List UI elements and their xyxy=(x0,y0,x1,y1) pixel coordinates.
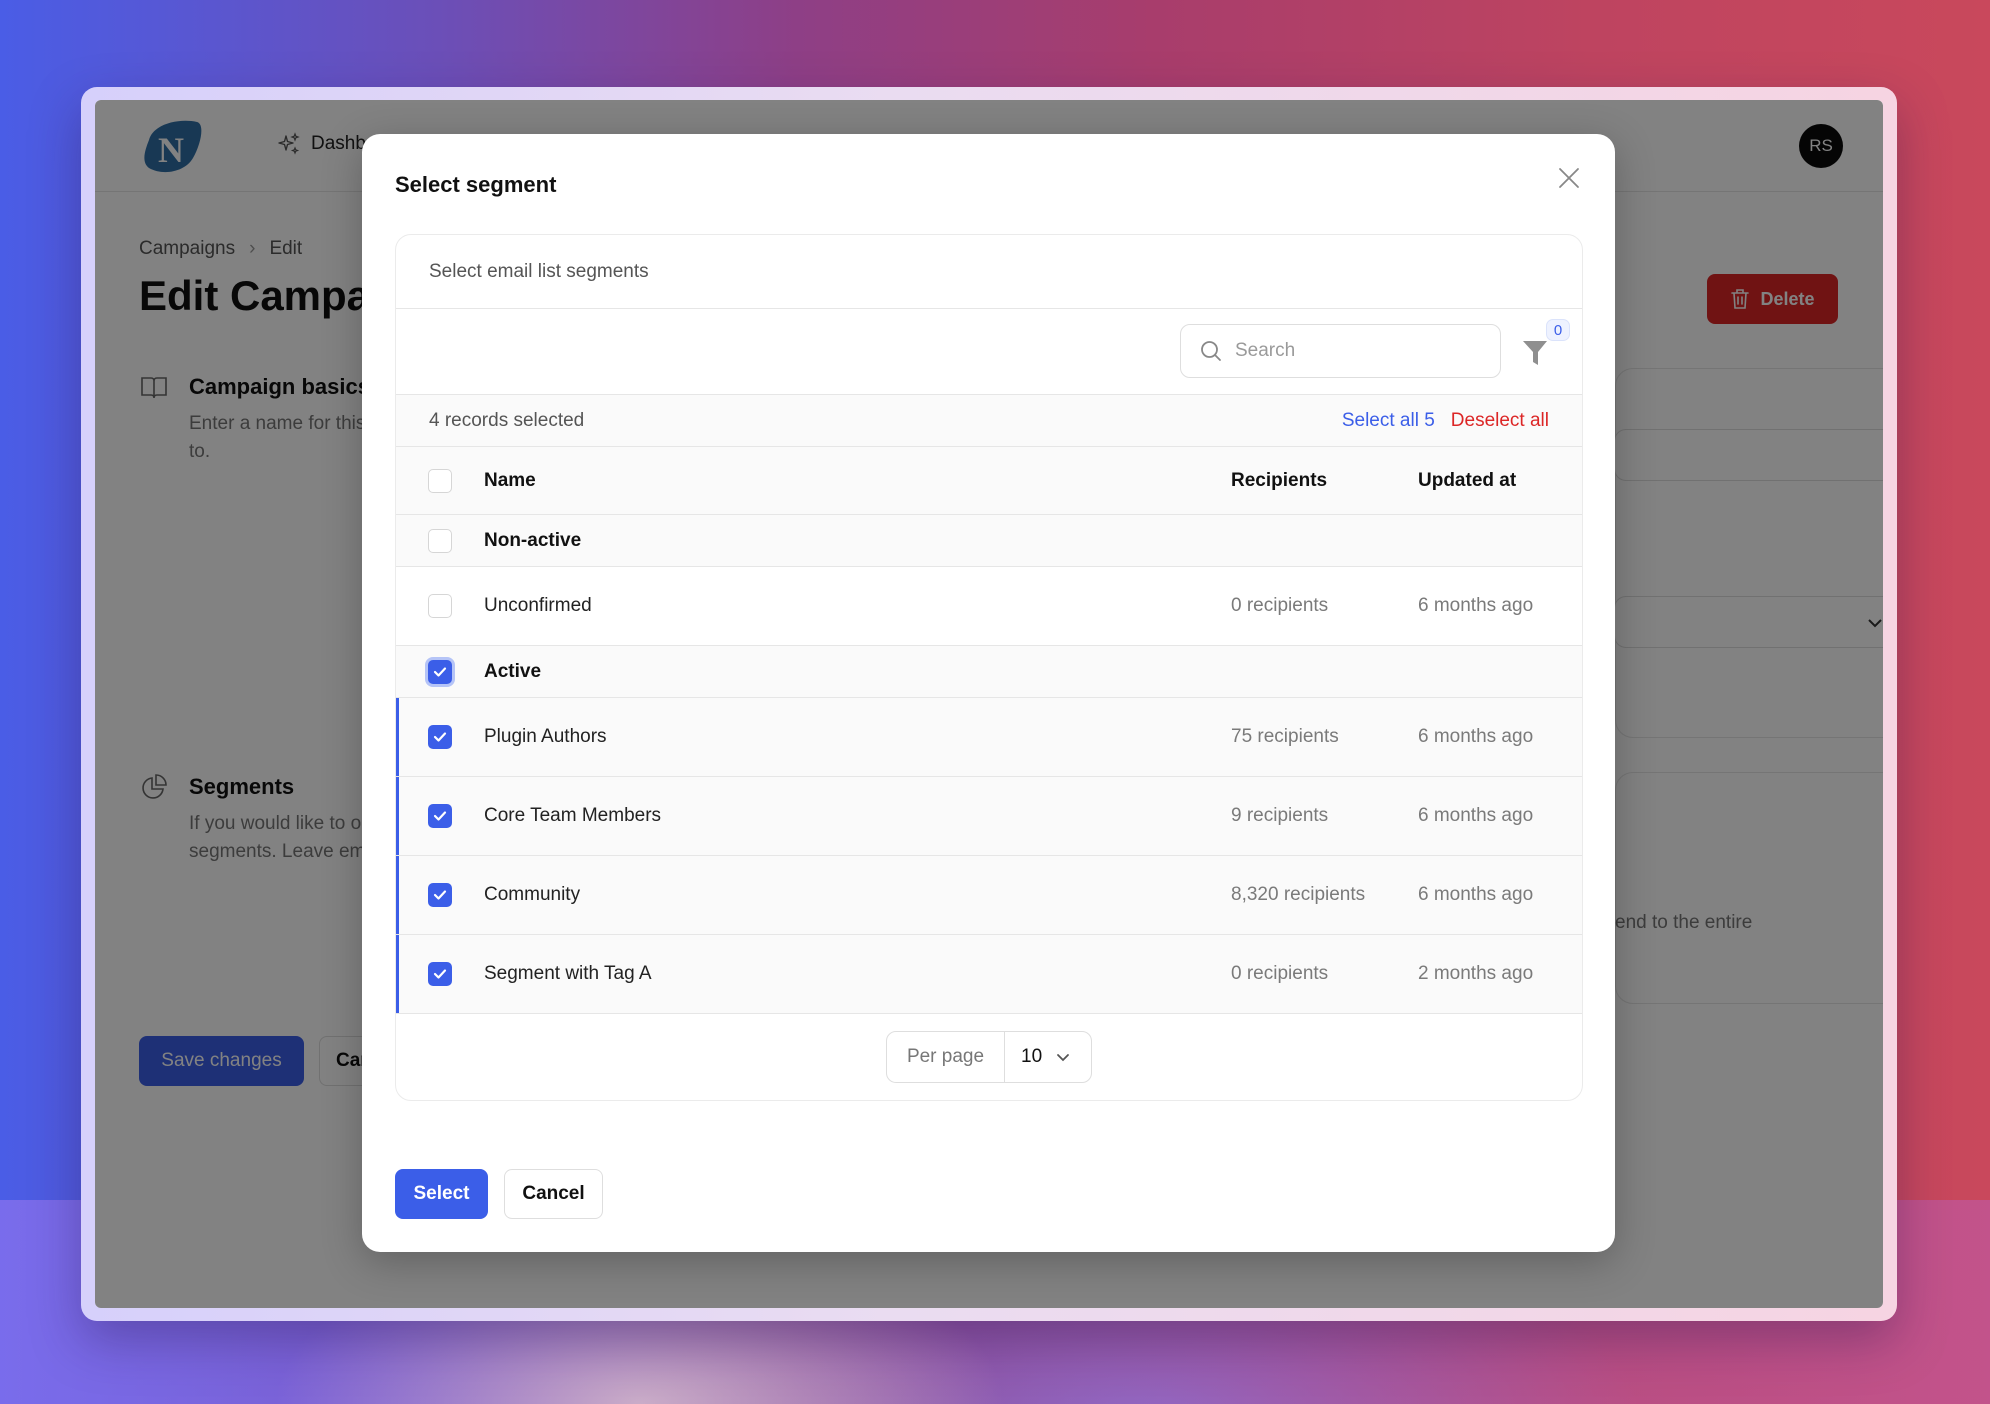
segment-updated-at: 6 months ago xyxy=(1418,884,1534,905)
row-checkbox[interactable] xyxy=(428,962,452,986)
modal-title: Select segment xyxy=(395,172,557,197)
chevron-down-icon xyxy=(1057,1053,1070,1061)
segments-table-panel: Select email list segments 0 4 records s… xyxy=(395,234,1583,1101)
per-page-value: 10 xyxy=(1021,1046,1043,1067)
selection-actions: Select all 5 Deselect all xyxy=(1342,395,1549,447)
segment-updated-at: 6 months ago xyxy=(1418,595,1534,616)
segment-name: Unconfirmed xyxy=(484,595,592,616)
modal-cancel-button[interactable]: Cancel xyxy=(504,1169,603,1219)
row-checkbox[interactable] xyxy=(428,804,452,828)
table-row[interactable]: Community 8,320 recipients 6 months ago xyxy=(396,856,1582,935)
group-checkbox[interactable] xyxy=(428,528,452,553)
column-name[interactable]: Name xyxy=(484,470,536,492)
check-icon xyxy=(433,666,447,677)
funnel-icon xyxy=(1523,341,1547,365)
column-recipients[interactable]: Recipients xyxy=(1231,470,1327,492)
select-all-checkbox[interactable] xyxy=(428,468,452,493)
panel-heading: Select email list segments xyxy=(396,235,1582,309)
filter-button[interactable] xyxy=(1520,335,1550,369)
table-header: Name Recipients Updated at xyxy=(396,447,1582,515)
group-label: Non-active xyxy=(484,529,582,551)
search-field[interactable] xyxy=(1180,324,1501,378)
segment-updated-at: 6 months ago xyxy=(1418,805,1534,826)
segment-name: Community xyxy=(484,884,581,905)
segment-recipients: 0 recipients xyxy=(1231,963,1329,984)
segment-recipients: 75 recipients xyxy=(1231,726,1339,747)
group-row: Active xyxy=(396,646,1582,698)
pagination: Per page 10 xyxy=(396,1014,1582,1098)
segment-recipients: 8,320 recipients xyxy=(1231,884,1366,905)
check-icon xyxy=(433,890,447,900)
records-selected-text: 4 records selected xyxy=(429,409,585,431)
per-page-control: Per page 10 xyxy=(886,1031,1092,1083)
check-icon xyxy=(433,811,447,821)
row-checkbox[interactable] xyxy=(428,883,452,907)
select-segment-modal: Select segment Select email list segment… xyxy=(362,134,1615,1252)
segment-updated-at: 2 months ago xyxy=(1418,963,1534,984)
row-checkbox[interactable] xyxy=(428,594,452,618)
table-row[interactable]: Plugin Authors 75 recipients 6 months ag… xyxy=(396,698,1582,777)
table-row[interactable]: Unconfirmed 0 recipients 6 months ago xyxy=(396,567,1582,646)
group-checkbox[interactable] xyxy=(428,659,452,684)
per-page-select[interactable]: 10 xyxy=(1005,1032,1091,1082)
table-row[interactable]: Segment with Tag A 0 recipients 2 months… xyxy=(396,935,1582,1014)
close-button[interactable] xyxy=(1551,160,1587,196)
row-checkbox[interactable] xyxy=(428,725,452,749)
per-page-label: Per page xyxy=(887,1032,1005,1082)
select-button[interactable]: Select xyxy=(395,1169,488,1219)
search-input[interactable] xyxy=(1235,340,1475,362)
table-row[interactable]: Core Team Members 9 recipients 6 months … xyxy=(396,777,1582,856)
segment-name: Plugin Authors xyxy=(484,726,607,747)
check-icon xyxy=(433,969,447,979)
selection-bar: 4 records selected Select all 5 Deselect… xyxy=(396,395,1582,447)
segment-name: Segment with Tag A xyxy=(484,963,652,984)
segment-updated-at: 6 months ago xyxy=(1418,726,1534,747)
segment-recipients: 0 recipients xyxy=(1231,595,1329,616)
column-updated-at[interactable]: Updated at xyxy=(1418,470,1516,492)
search-icon xyxy=(1201,341,1221,361)
group-label: Active xyxy=(484,660,542,682)
select-all-link[interactable]: Select all 5 xyxy=(1342,410,1435,432)
table-toolbar: 0 xyxy=(396,309,1582,395)
filter-count-badge: 0 xyxy=(1546,319,1570,341)
segment-name: Core Team Members xyxy=(484,805,662,826)
segment-recipients: 9 recipients xyxy=(1231,805,1329,826)
group-row: Non-active xyxy=(396,515,1582,567)
close-icon xyxy=(1559,168,1579,188)
check-icon xyxy=(433,732,447,742)
deselect-all-link[interactable]: Deselect all xyxy=(1451,410,1549,432)
